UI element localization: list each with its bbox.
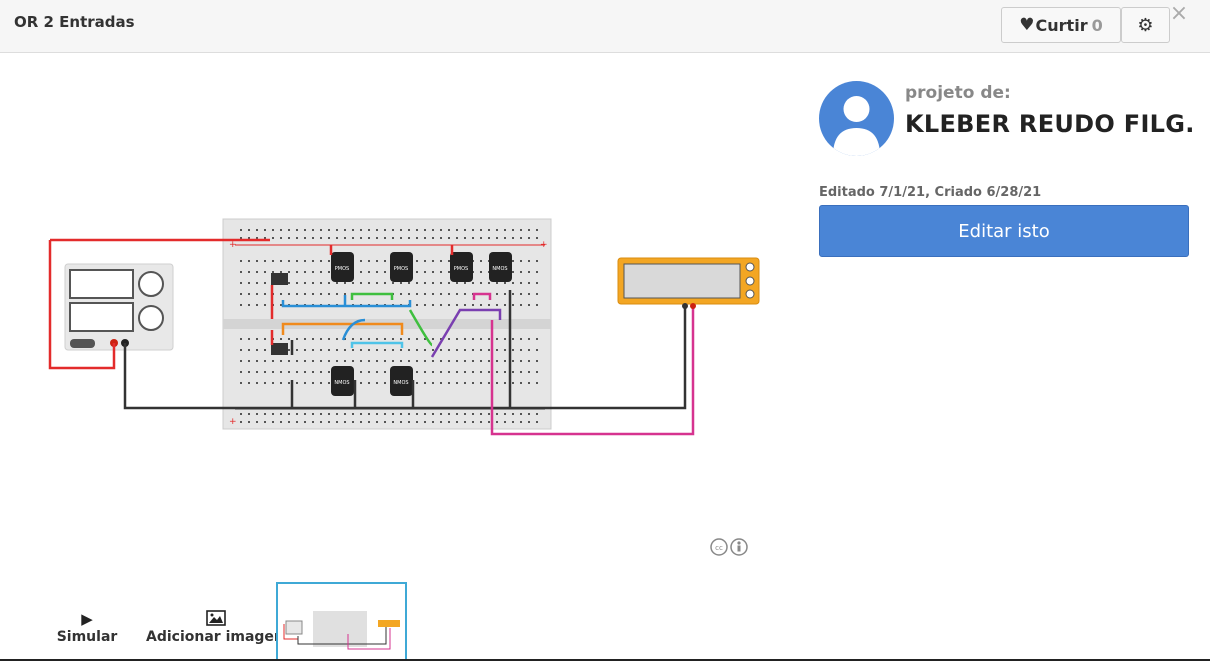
chip-label: NMOS — [334, 380, 349, 386]
rail-plus-label-bottom: + — [229, 417, 237, 427]
like-button[interactable]: ♥ Curtir 0 — [1001, 7, 1121, 43]
rail-plus-label: + — [229, 240, 237, 250]
chip-label: NMOS — [393, 380, 408, 386]
top-bar: OR 2 Entradas ♥ Curtir 0 ⚙ × — [0, 0, 1210, 53]
settings-button[interactable]: ⚙ — [1121, 7, 1170, 43]
edit-button[interactable]: Editar isto — [819, 205, 1189, 257]
chip-label: PMOS — [454, 266, 468, 272]
author-avatar[interactable] — [819, 81, 894, 156]
edit-dates: Editado 7/1/21, Criado 6/28/21 — [819, 185, 1042, 200]
play-icon: ▶ — [81, 610, 93, 628]
slide-switch[interactable] — [271, 343, 288, 355]
chip-label: NMOS — [492, 266, 507, 272]
chip-label: PMOS — [394, 266, 408, 272]
chip-label: PMOS — [335, 266, 349, 272]
multimeter[interactable] — [617, 257, 760, 309]
power-supply[interactable] — [64, 263, 174, 351]
simulate-label: Simular — [56, 629, 118, 645]
rail-plus-label-right: + — [540, 240, 548, 250]
close-icon[interactable]: × — [1169, 2, 1189, 26]
like-count: 0 — [1091, 15, 1103, 35]
creative-commons-icon[interactable]: cc — [709, 537, 751, 557]
like-label: Curtir — [1035, 15, 1088, 35]
slide-switch[interactable] — [271, 273, 288, 285]
project-title: OR 2 Entradas — [14, 13, 135, 31]
add-image-button[interactable]: Adicionar imagem — [146, 610, 286, 650]
circuit-canvas[interactable]: + + + PMOS PMOS PMOS NMOS NMOS NMOS — [0, 54, 800, 574]
simulate-button[interactable]: ▶ Simular — [52, 610, 122, 650]
project-thumbnail[interactable] — [276, 582, 407, 661]
svg-text:cc: cc — [715, 544, 723, 552]
heart-icon: ♥ — [1019, 15, 1035, 35]
add-image-label: Adicionar imagem — [146, 629, 286, 645]
author-name[interactable]: KLEBER REUDO FILG... — [905, 110, 1195, 138]
author-by-label: projeto de: — [905, 83, 1011, 103]
gear-icon: ⚙ — [1137, 14, 1154, 36]
image-icon — [146, 610, 286, 628]
